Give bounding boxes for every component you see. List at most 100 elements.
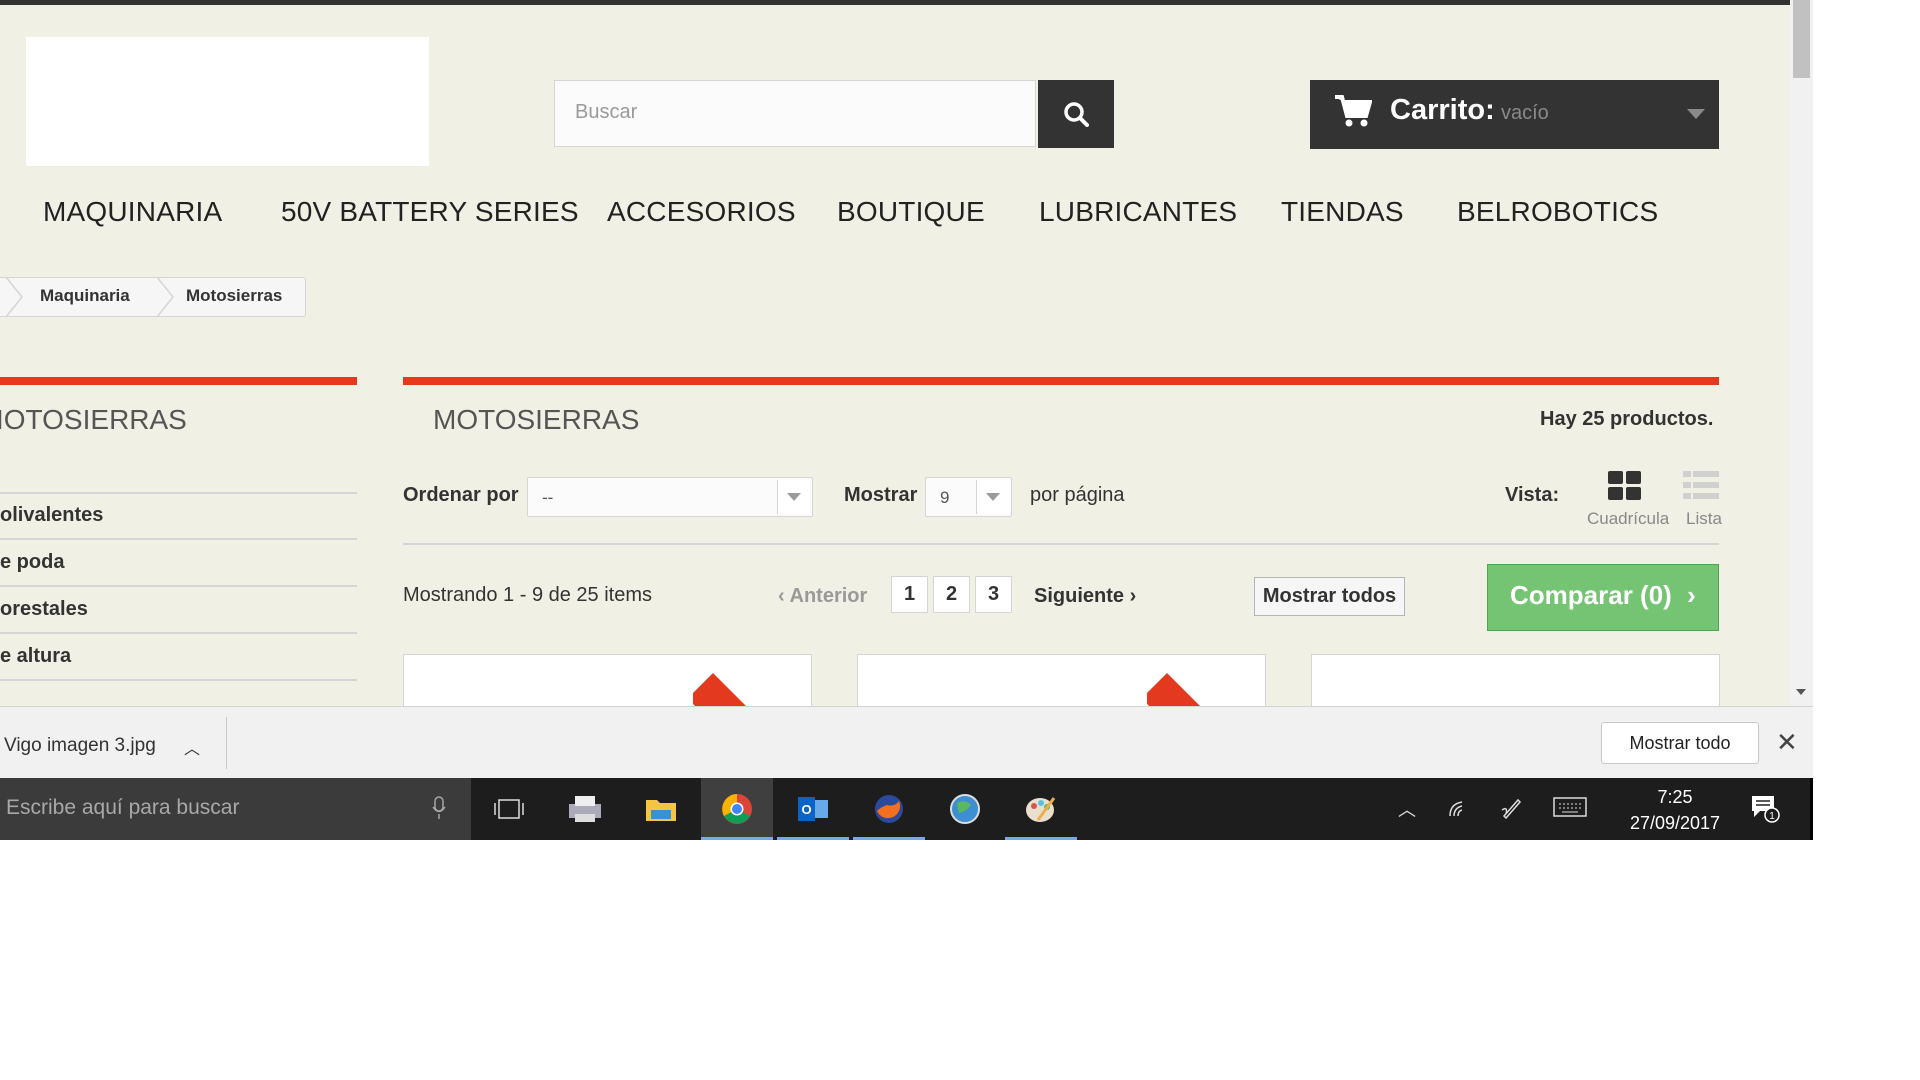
sidebar-divider (0, 679, 357, 681)
pagination-next-label: Siguiente (1034, 585, 1125, 607)
breadcrumb-separator-icon (157, 277, 174, 317)
screen-edge (1810, 778, 1813, 840)
page-title: MOTOSIERRAS (433, 404, 640, 435)
task-view-icon[interactable] (473, 778, 545, 840)
product-card[interactable]: ¡PROMO (403, 654, 813, 715)
nav-item-belrobotics[interactable]: BELROBOTICS (1457, 196, 1658, 228)
sidebar-divider (0, 492, 357, 494)
download-file-name[interactable]: Vigo imagen 3.jpg (4, 735, 156, 757)
sidebar-item[interactable]: orestales (0, 598, 88, 621)
breadcrumb: Maquinaria Motosierras (0, 277, 306, 317)
chevron-down-icon (976, 480, 1009, 514)
sidebar-accent-bar (0, 377, 357, 385)
top-strip (0, 0, 1790, 5)
nav-item-maquinaria[interactable]: MAQUINARIA (43, 196, 222, 228)
sidebar-item[interactable]: e altura (0, 645, 71, 668)
chrome-icon[interactable] (701, 778, 773, 840)
firefox-icon[interactable] (853, 778, 925, 840)
file-explorer-icon[interactable] (625, 778, 697, 840)
scrollbar[interactable] (1790, 0, 1813, 706)
nav-item-tiendas[interactable]: TIENDAS (1281, 196, 1404, 228)
chevron-down-icon (1687, 109, 1705, 119)
sort-label: Ordenar por (403, 484, 519, 506)
pen-icon[interactable] (1500, 796, 1524, 820)
sidebar-divider (0, 632, 357, 634)
sidebar-item[interactable]: olivalentes (0, 504, 103, 527)
taskbar-search-placeholder: Escribe aquí para buscar (6, 796, 240, 819)
search-placeholder: Buscar (575, 101, 638, 123)
chevron-up-icon[interactable]: ︿ (184, 735, 200, 759)
per-page-select[interactable]: 9 (925, 477, 1012, 517)
globe-app-icon[interactable] (929, 778, 1001, 840)
clock-date: 27/09/2017 (1629, 813, 1721, 833)
showing-items-text: Mostrando 1 - 9 de 25 items (403, 584, 653, 606)
scroll-down-arrow-icon[interactable] (1796, 689, 1806, 695)
toolbar-divider (403, 543, 1719, 545)
close-icon[interactable]: ✕ (1776, 727, 1798, 758)
product-card[interactable]: ¡PROMO (857, 654, 1267, 715)
chevron-right-icon: › (1687, 580, 1696, 610)
keyboard-icon[interactable] (1553, 796, 1587, 818)
product-card[interactable] (1311, 654, 1720, 714)
download-show-all-button[interactable]: Mostrar todo (1601, 722, 1759, 764)
breadcrumb-separator-icon (6, 277, 23, 317)
printer-app-icon[interactable] (549, 778, 621, 840)
site-logo[interactable] (26, 37, 429, 166)
page-3-button[interactable]: 3 (975, 576, 1012, 613)
chevron-down-icon (777, 480, 810, 514)
pagination-next[interactable]: Siguiente › (1034, 585, 1136, 608)
nav-item-lubricantes[interactable]: LUBRICANTES (1039, 196, 1237, 228)
page-2-button[interactable]: 2 (933, 576, 970, 613)
compare-button[interactable]: Comparar (0) › (1487, 564, 1719, 631)
list-view-icon[interactable] (1683, 471, 1719, 501)
nav-item-boutique[interactable]: BOUTIQUE (837, 196, 985, 228)
sort-select[interactable]: -- (527, 477, 813, 517)
download-bar: Vigo imagen 3.jpg ︿ Mostrar todo ✕ (0, 706, 1813, 778)
per-page-value: 9 (940, 488, 950, 507)
download-divider (226, 717, 227, 769)
svg-text:O: O (801, 802, 811, 817)
notifications-icon[interactable]: 1 (1750, 793, 1780, 823)
search-button[interactable] (1038, 80, 1114, 148)
grid-view-label[interactable]: Cuadrícula (1587, 509, 1669, 529)
sidebar-title: IOTOSIERRAS (0, 404, 187, 435)
sort-value: -- (542, 488, 554, 507)
list-view-label[interactable]: Lista (1686, 509, 1722, 529)
cart-dropdown[interactable]: Carrito: vacío (1310, 80, 1719, 149)
search-input[interactable]: Buscar (554, 80, 1036, 147)
breadcrumb-item-maquinaria[interactable]: Maquinaria (40, 286, 130, 306)
clock-time: 7:25 (1657, 787, 1693, 807)
nav-item-accesorios[interactable]: ACCESORIOS (607, 196, 796, 228)
taskbar-search[interactable]: Escribe aquí para buscar (0, 778, 471, 840)
show-label: Mostrar (844, 484, 918, 506)
microphone-icon[interactable] (432, 796, 446, 820)
sidebar-item[interactable]: e poda (0, 551, 64, 574)
chevron-left-icon: ‹ (778, 585, 785, 607)
cart-icon (1335, 95, 1372, 127)
breadcrumb-item-motosierras: Motosierras (186, 286, 283, 305)
wifi-icon[interactable] (1448, 796, 1472, 818)
cart-title: Carrito: (1390, 94, 1495, 126)
chevron-up-icon[interactable]: ︿ (1398, 796, 1416, 822)
windows-taskbar: Escribe aquí para buscar O ︿ 7:25 27/09/… (0, 778, 1813, 840)
search-icon (1064, 102, 1089, 127)
nav-item-50v-battery-series[interactable]: 50V BATTERY SERIES (281, 196, 579, 228)
main-accent-bar (403, 377, 1719, 385)
cart-status: vacío (1501, 102, 1549, 124)
pagination-previous: ‹ Anterior (778, 585, 867, 608)
notification-count: 1 (1769, 811, 1775, 822)
product-count: Hay 25 productos. (1540, 408, 1714, 430)
view-label: Vista: (1505, 484, 1560, 506)
sidebar-divider (0, 585, 357, 587)
sidebar-divider (0, 538, 357, 540)
system-clock[interactable]: 7:25 27/09/2017 (1610, 784, 1740, 836)
compare-label: Comparar (0) (1510, 580, 1672, 610)
pagination-previous-label: Anterior (789, 585, 868, 607)
page-1-button[interactable]: 1 (891, 576, 928, 613)
show-all-button[interactable]: Mostrar todos (1254, 577, 1405, 616)
paint-icon[interactable] (1005, 778, 1077, 840)
outlook-icon[interactable]: O (777, 778, 849, 840)
scrollbar-thumb[interactable] (1793, 0, 1810, 78)
grid-view-icon[interactable] (1608, 471, 1642, 501)
chevron-right-icon: › (1129, 585, 1137, 607)
